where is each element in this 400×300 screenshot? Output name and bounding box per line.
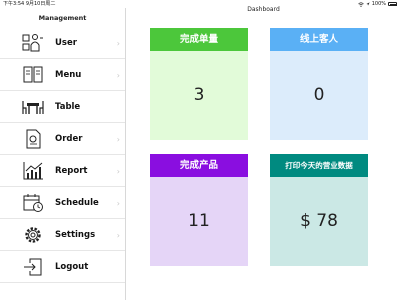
- card-title: 线上客人: [270, 28, 368, 51]
- print-today-sales-card[interactable]: 打印今天的营业数据 $ 78: [270, 154, 368, 266]
- menu-book-icon: [23, 66, 43, 83]
- logout-icon: [24, 258, 42, 276]
- sidebar-item-schedule[interactable]: Schedule ›: [0, 188, 125, 219]
- card-title: 完成单量: [150, 28, 248, 51]
- sidebar-item-label: Menu: [55, 70, 82, 80]
- sidebar-item-order[interactable]: Order ›: [0, 124, 125, 155]
- sidebar-item-label: Table: [55, 102, 81, 112]
- sidebar-item-label: Order: [55, 134, 83, 144]
- online-guests-card[interactable]: 线上客人 0: [270, 28, 368, 140]
- sidebar: Management User › Menu › Table Order › R…: [0, 8, 126, 300]
- card-value: 0: [270, 51, 368, 140]
- card-value: 3: [150, 51, 248, 140]
- completed-orders-card[interactable]: 完成单量 3: [150, 28, 248, 140]
- wifi-icon: [357, 1, 364, 7]
- card-value: $ 78: [270, 177, 368, 266]
- sidebar-item-label: Logout: [55, 262, 89, 272]
- status-time-date: 下午3:54 9月10日周二: [3, 1, 56, 7]
- sidebar-item-settings[interactable]: Settings ›: [0, 220, 125, 251]
- battery-icon: [388, 2, 397, 6]
- user-icon: [22, 34, 43, 52]
- card-title: 完成产品: [150, 154, 248, 177]
- chevron-right-icon: ›: [116, 39, 120, 48]
- chevron-right-icon: ›: [116, 167, 120, 176]
- chevron-right-icon: ›: [116, 231, 120, 240]
- page-title: Dashboard: [247, 6, 280, 13]
- location-icon: [366, 2, 370, 6]
- battery-percent: 100%: [371, 1, 386, 7]
- sidebar-item-logout[interactable]: Logout: [0, 252, 125, 283]
- chevron-right-icon: ›: [116, 71, 120, 80]
- report-chart-icon: [23, 162, 43, 180]
- sidebar-item-table[interactable]: Table: [0, 92, 125, 123]
- order-icon: [26, 129, 41, 149]
- status-right-group: 100%: [357, 0, 397, 8]
- card-title: 打印今天的营业数据: [270, 154, 368, 177]
- schedule-icon: [23, 194, 43, 212]
- card-value: 11: [150, 177, 248, 266]
- sidebar-item-label: Report: [55, 166, 88, 176]
- dashboard-panel: Dashboard 完成单量 3 线上客人 0 完成产品 11 打印今天的营业数…: [127, 6, 400, 300]
- chevron-right-icon: ›: [116, 199, 120, 208]
- sidebar-title: Management: [38, 14, 87, 22]
- sidebar-item-label: User: [55, 38, 77, 48]
- completed-products-card[interactable]: 完成产品 11: [150, 154, 248, 266]
- chevron-right-icon: ›: [116, 135, 120, 144]
- sidebar-item-menu[interactable]: Menu ›: [0, 60, 125, 91]
- gear-icon: [25, 227, 41, 243]
- status-bar: 下午3:54 9月10日周二 100%: [0, 0, 400, 8]
- sidebar-item-label: Settings: [55, 230, 96, 240]
- sidebar-item-label: Schedule: [55, 198, 99, 208]
- table-icon: [22, 101, 44, 114]
- sidebar-item-report[interactable]: Report ›: [0, 156, 125, 187]
- sidebar-item-user[interactable]: User ›: [0, 28, 125, 59]
